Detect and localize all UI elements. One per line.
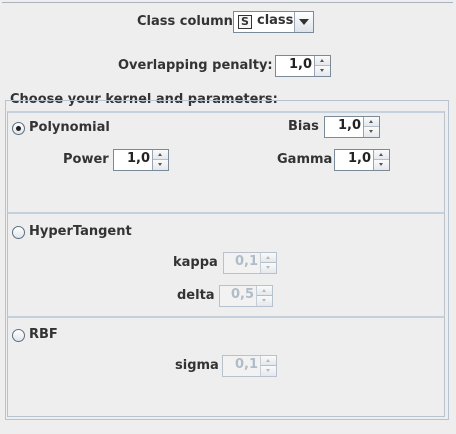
gamma-label: Gamma — [277, 152, 333, 167]
spinner-down-icon[interactable] — [315, 66, 330, 76]
spinner-up-icon — [261, 356, 276, 366]
power-label: Power — [63, 152, 109, 167]
kappa-value: 0,1 — [234, 254, 258, 269]
sigma-label: sigma — [175, 358, 219, 373]
polynomial-label: Polynomial — [29, 120, 110, 135]
bias-spinner[interactable]: 1,0 — [324, 116, 380, 138]
delta-label: delta — [177, 288, 215, 303]
bias-label: Bias — [288, 119, 319, 134]
class-column-label: Class column — [137, 14, 233, 29]
overlapping-penalty-spinner[interactable]: 1,0 — [275, 55, 331, 77]
class-column-select[interactable]: S class — [233, 11, 314, 33]
string-type-icon: S — [238, 15, 252, 29]
spinner-arrows — [260, 356, 276, 376]
spinner-down-icon[interactable] — [374, 160, 389, 170]
spinner-down-icon — [257, 296, 272, 306]
spinner-up-icon[interactable] — [153, 150, 168, 160]
window-border — [2, 2, 453, 3]
power-spinner[interactable]: 1,0 — [113, 149, 169, 171]
gamma-value: 1,0 — [347, 151, 371, 166]
hypertangent-label: HyperTangent — [29, 224, 132, 239]
power-value: 1,0 — [126, 151, 150, 166]
kappa-spinner: 0,1 — [223, 252, 277, 274]
spinner-up-icon — [261, 253, 276, 263]
delta-spinner: 0,5 — [219, 285, 273, 307]
spinner-down-icon[interactable] — [364, 127, 379, 137]
spinner-arrows[interactable] — [363, 117, 379, 137]
kappa-label: kappa — [173, 255, 218, 270]
spinner-up-icon[interactable] — [364, 117, 379, 127]
spinner-down-icon — [261, 366, 276, 376]
overlapping-penalty-value: 1,0 — [288, 57, 312, 72]
spinner-arrows — [260, 253, 276, 273]
chevron-down-icon[interactable] — [294, 12, 313, 32]
spinner-down-icon[interactable] — [153, 160, 168, 170]
class-column-value: class — [257, 13, 294, 28]
sigma-value: 0,1 — [234, 357, 258, 372]
spinner-up-icon[interactable] — [315, 56, 330, 66]
bias-value: 1,0 — [337, 118, 361, 133]
spinner-arrows[interactable] — [314, 56, 330, 76]
rbf-label: RBF — [29, 327, 58, 342]
delta-value: 0,5 — [230, 287, 254, 302]
overlapping-penalty-label: Overlapping penalty: — [118, 58, 273, 73]
spinner-up-icon — [257, 286, 272, 296]
gamma-spinner[interactable]: 1,0 — [334, 149, 390, 171]
spinner-arrows[interactable] — [373, 150, 389, 170]
spinner-up-icon[interactable] — [374, 150, 389, 160]
sigma-spinner: 0,1 — [222, 355, 277, 377]
hypertangent-radio[interactable] — [12, 226, 25, 239]
spinner-arrows[interactable] — [152, 150, 168, 170]
spinner-down-icon — [261, 263, 276, 273]
rbf-radio[interactable] — [12, 329, 25, 342]
polynomial-radio[interactable] — [12, 122, 25, 135]
spinner-arrows — [256, 286, 272, 306]
